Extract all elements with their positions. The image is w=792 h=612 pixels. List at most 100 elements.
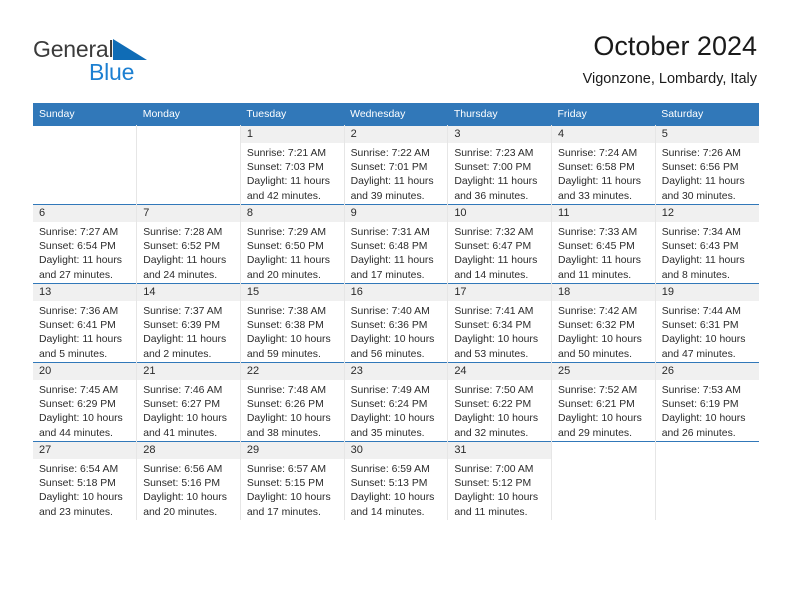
sunrise-text: Sunrise: 7:00 AM (454, 464, 534, 475)
calendar-day-cell[interactable]: 20 Sunrise: 7:45 AM Sunset: 6:29 PM Dayligh… (33, 362, 138, 442)
daylight-text-line1: Daylight: 10 hours (246, 492, 331, 504)
daylight-text-line2: and 24 minutes. (143, 269, 218, 281)
daylight-text-line2: and 50 minutes. (558, 348, 632, 360)
calendar-day-cell[interactable]: 24 Sunrise: 7:50 AM Sunset: 6:22 PM Dayligh… (447, 362, 553, 442)
sunrise-text: Sunrise: 7:26 AM (661, 148, 741, 159)
calendar-week-row: 13 Sunrise: 7:36 AM Sunset: 6:41 PM Dayligh… (33, 283, 759, 363)
calendar-day-cell[interactable]: 1 Sunrise: 7:21 AM Sunset: 7:03 PM Daylight… (239, 125, 345, 205)
calendar-day-cell[interactable]: 3 Sunrise: 7:23 AM Sunset: 7:00 PM Daylight… (447, 125, 553, 205)
day-number: 9 (344, 205, 448, 222)
day-number: 18 (552, 284, 655, 301)
weekday-header-friday: Friday (551, 103, 656, 126)
day-details: Sunrise: 7:29 AM Sunset: 6:50 PM Daylight:… (241, 222, 344, 283)
calendar-day-cell[interactable]: 13 Sunrise: 7:36 AM Sunset: 6:41 PM Dayligh… (33, 283, 138, 363)
daylight-text-line1: Daylight: 11 hours (350, 255, 434, 267)
daylight-text-line2: and 44 minutes. (39, 427, 113, 439)
day-number: 4 (552, 126, 655, 143)
sunset-text: Sunset: 5:13 PM (350, 478, 428, 490)
sunrise-text: Sunrise: 7:38 AM (246, 306, 327, 317)
calendar-day-cell[interactable]: 10 Sunrise: 7:32 AM Sunset: 6:47 PM Dayligh… (447, 204, 553, 284)
calendar-day-cell[interactable]: 2 Sunrise: 7:22 AM Sunset: 7:01 PM Daylight… (343, 125, 449, 205)
sunset-text: Sunset: 6:47 PM (454, 241, 532, 253)
calendar-day-cell[interactable]: 21 Sunrise: 7:46 AM Sunset: 6:27 PM Dayligh… (136, 362, 241, 442)
sunrise-text: Sunrise: 7:27 AM (39, 227, 119, 238)
title-block: October 2024 Vigonzone, Lombardy, Italy (583, 30, 757, 89)
calendar-day-cell[interactable]: 30 Sunrise: 6:59 AM Sunset: 5:13 PM Dayligh… (343, 441, 449, 520)
day-details: Sunrise: 7:42 AM Sunset: 6:32 PM Daylight:… (552, 301, 655, 362)
daylight-text-line2: and 27 minutes. (39, 269, 113, 281)
daylight-text-line1: Daylight: 11 hours (661, 176, 745, 188)
daylight-text-line2: and 39 minutes. (350, 190, 425, 202)
day-details: Sunrise: 7:32 AM Sunset: 6:47 PM Daylight:… (448, 222, 551, 283)
calendar-day-cell[interactable]: 19 Sunrise: 7:44 AM Sunset: 6:31 PM Dayligh… (654, 283, 759, 363)
sunrise-text: Sunrise: 7:52 AM (558, 385, 638, 396)
calendar-day-cell[interactable]: 22 Sunrise: 7:48 AM Sunset: 6:26 PM Dayligh… (239, 362, 345, 442)
sunset-text: Sunset: 6:54 PM (39, 241, 116, 253)
logo-text-general: General (33, 36, 114, 62)
calendar-day-cell[interactable]: 5 Sunrise: 7:26 AM Sunset: 6:56 PM Daylight… (654, 125, 759, 205)
calendar-day-cell[interactable]: 16 Sunrise: 7:40 AM Sunset: 6:36 PM Dayligh… (343, 283, 449, 363)
calendar-day-cell[interactable]: 18 Sunrise: 7:42 AM Sunset: 6:32 PM Dayligh… (551, 283, 656, 363)
daylight-text-line1: Daylight: 11 hours (39, 334, 122, 346)
daylight-text-line2: and 35 minutes. (350, 427, 425, 439)
sunset-text: Sunset: 6:39 PM (143, 320, 221, 332)
calendar-day-cell[interactable]: 17 Sunrise: 7:41 AM Sunset: 6:34 PM Dayligh… (447, 283, 553, 363)
calendar-day-cell[interactable]: 26 Sunrise: 7:53 AM Sunset: 6:19 PM Dayligh… (654, 362, 759, 442)
sunset-text: Sunset: 6:21 PM (558, 399, 635, 411)
calendar-day-cell[interactable]: 28 Sunrise: 6:56 AM Sunset: 5:16 PM Dayligh… (136, 441, 241, 520)
day-details: Sunrise: 7:44 AM Sunset: 6:31 PM Daylight:… (656, 301, 759, 362)
sunset-text: Sunset: 6:38 PM (246, 320, 324, 332)
daylight-text-line1: Daylight: 10 hours (143, 492, 227, 504)
sunrise-text: Sunrise: 7:29 AM (246, 227, 327, 238)
calendar-day-cell[interactable]: 25 Sunrise: 7:52 AM Sunset: 6:21 PM Dayligh… (551, 362, 656, 442)
daylight-text-line1: Daylight: 11 hours (246, 176, 330, 188)
day-number: 21 (137, 363, 240, 380)
sunrise-text: Sunrise: 7:49 AM (350, 385, 430, 396)
calendar-day-cell[interactable]: 29 Sunrise: 6:57 AM Sunset: 5:15 PM Dayligh… (239, 441, 345, 520)
day-details: Sunrise: 7:27 AM Sunset: 6:54 PM Daylight:… (33, 222, 136, 283)
daylight-text-line2: and 23 minutes. (39, 506, 113, 518)
daylight-text-line1: Daylight: 10 hours (558, 413, 642, 425)
daylight-text-line1: Daylight: 10 hours (143, 413, 227, 425)
calendar-day-cell[interactable]: 31 Sunrise: 7:00 AM Sunset: 5:12 PM Dayligh… (447, 441, 553, 520)
day-details: Sunrise: 7:31 AM Sunset: 6:48 PM Daylight:… (345, 222, 448, 283)
calendar-day-cell[interactable]: 12 Sunrise: 7:34 AM Sunset: 6:43 PM Dayligh… (654, 204, 759, 284)
daylight-text-line2: and 41 minutes. (143, 427, 218, 439)
sunset-text: Sunset: 6:52 PM (143, 241, 221, 253)
day-details: Sunrise: 7:49 AM Sunset: 6:24 PM Daylight:… (345, 380, 448, 441)
sunrise-text: Sunrise: 7:32 AM (454, 227, 534, 238)
daylight-text-line2: and 8 minutes. (661, 269, 730, 281)
day-details: Sunrise: 7:22 AM Sunset: 7:01 PM Daylight:… (345, 143, 448, 204)
sunset-text: Sunset: 6:50 PM (246, 241, 324, 253)
calendar-day-cell[interactable]: 6 Sunrise: 7:27 AM Sunset: 6:54 PM Daylight… (33, 204, 138, 284)
calendar-day-cell[interactable]: 8 Sunrise: 7:29 AM Sunset: 6:50 PM Daylight… (239, 204, 345, 284)
day-number: 12 (655, 205, 759, 222)
day-details: Sunrise: 7:36 AM Sunset: 6:41 PM Daylight:… (33, 301, 136, 362)
calendar-day-cell[interactable]: 11 Sunrise: 7:33 AM Sunset: 6:45 PM Dayligh… (551, 204, 656, 284)
day-details: Sunrise: 7:26 AM Sunset: 6:56 PM Daylight:… (656, 143, 759, 204)
sunset-text: Sunset: 6:32 PM (558, 320, 635, 332)
daylight-text-line2: and 11 minutes. (558, 269, 632, 281)
daylight-text-line2: and 30 minutes. (661, 190, 736, 202)
calendar-day-cell[interactable]: 15 Sunrise: 7:38 AM Sunset: 6:38 PM Dayligh… (239, 283, 345, 363)
daylight-text-line2: and 26 minutes. (661, 427, 736, 439)
logo-line-general: General (33, 36, 213, 62)
calendar-day-cell[interactable]: 4 Sunrise: 7:24 AM Sunset: 6:58 PM Daylight… (551, 125, 656, 205)
day-number: 14 (137, 284, 240, 301)
sunrise-text: Sunrise: 7:44 AM (661, 306, 741, 317)
daylight-text-line1: Daylight: 10 hours (454, 413, 539, 425)
daylight-text-line1: Daylight: 10 hours (246, 334, 331, 346)
day-details: Sunrise: 7:52 AM Sunset: 6:21 PM Daylight:… (552, 380, 655, 441)
daylight-text-line1: Daylight: 10 hours (454, 334, 539, 346)
day-number: 8 (240, 205, 344, 222)
general-blue-logo[interactable]: General Blue (33, 36, 213, 88)
calendar-day-cell[interactable]: 9 Sunrise: 7:31 AM Sunset: 6:48 PM Daylight… (343, 204, 449, 284)
calendar-day-cell[interactable]: 27 Sunrise: 6:54 AM Sunset: 5:18 PM Dayligh… (33, 441, 138, 520)
calendar-day-cell[interactable]: 14 Sunrise: 7:37 AM Sunset: 6:39 PM Dayligh… (136, 283, 241, 363)
day-number: 28 (137, 442, 240, 459)
calendar-day-cell[interactable]: 7 Sunrise: 7:28 AM Sunset: 6:52 PM Daylight… (136, 204, 241, 284)
sunset-text: Sunset: 6:31 PM (661, 320, 739, 332)
calendar-day-cell[interactable]: 23 Sunrise: 7:49 AM Sunset: 6:24 PM Dayligh… (343, 362, 449, 442)
day-number (655, 442, 759, 459)
daylight-text-line1: Daylight: 11 hours (558, 255, 641, 267)
